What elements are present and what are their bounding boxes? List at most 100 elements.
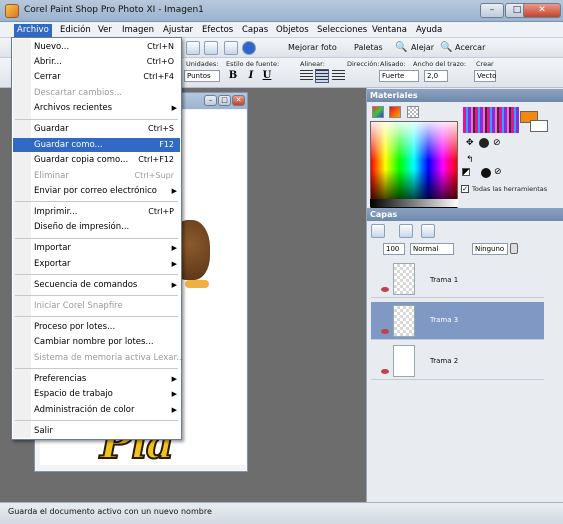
direction-label: Dirección: (347, 60, 380, 68)
swap-colors-icon[interactable]: ↰ (466, 155, 474, 165)
menu-item-cerrar[interactable]: Cerrar Ctrl+F4 (13, 70, 180, 84)
zoom-in-icon[interactable]: 🔍 (440, 42, 452, 53)
background-color-swatch[interactable] (530, 120, 548, 132)
menu-item-recientes[interactable]: Archivos recientes ▶ (13, 101, 180, 115)
create-as-select[interactable]: Vecto (474, 70, 496, 82)
menu-efectos[interactable]: Efectos (199, 24, 236, 37)
menu-shortcut: Ctrl+N (147, 42, 174, 51)
palettes-button[interactable]: Paletas (354, 43, 383, 52)
menu-item-preferencias[interactable]: Preferencias ▶ (13, 372, 180, 386)
swatches-tab-icon[interactable] (389, 106, 401, 118)
menu-item-abrir[interactable]: Abrir... Ctrl+O (13, 55, 180, 69)
zoom-in-button[interactable]: Acercar (455, 43, 485, 52)
menu-item-label: Enviar por correo electrónico (34, 186, 157, 196)
menu-item-diseno-impresion[interactable]: Diseño de impresión... (13, 220, 180, 234)
submenu-arrow-icon: ▶ (171, 375, 177, 383)
close-button[interactable]: ✕ (523, 3, 561, 18)
menu-item-guardar-copia[interactable]: Guardar copia como... Ctrl+F12 (13, 153, 180, 167)
foreground-style-icon[interactable] (479, 138, 489, 148)
minimize-button[interactable]: – (480, 3, 504, 18)
menu-item-proceso-lotes[interactable]: Proceso por lotes... (13, 320, 180, 334)
menu-item-label: Sistema de memoria activa Lexar... (34, 353, 185, 363)
menu-item-enviar-correo[interactable]: Enviar por correo electrónico ▶ (13, 184, 180, 198)
status-text: Guarda el documento activo con un nuevo … (8, 507, 212, 516)
background-style-icon[interactable] (481, 168, 491, 178)
default-colors-icon[interactable] (462, 168, 470, 176)
menu-edicion[interactable]: Edición (57, 24, 94, 37)
menu-item-importar[interactable]: Importar ▶ (13, 241, 180, 255)
menu-item-espacio-trabajo[interactable]: Espacio de trabajo ▶ (13, 387, 180, 401)
zoom-out-icon[interactable]: 🔍 (395, 42, 407, 53)
menu-ayuda[interactable]: Ayuda (413, 24, 445, 37)
menu-item-imprimir[interactable]: Imprimir... Ctrl+P (13, 205, 180, 219)
menu-item-guardar[interactable]: Guardar Ctrl+S (13, 122, 180, 136)
doc-maximize-button[interactable]: □ (218, 95, 231, 106)
redo-icon[interactable] (204, 41, 218, 55)
menu-item-label: Descartar cambios... (34, 88, 122, 98)
no-texture-icon[interactable]: ⊘ (493, 138, 501, 148)
undo-icon[interactable] (186, 41, 200, 55)
align-right-icon[interactable] (332, 70, 345, 82)
color-picker-field[interactable] (370, 121, 458, 209)
underline-button[interactable]: U (260, 69, 274, 83)
pattern-tab-icon[interactable] (407, 106, 419, 118)
bold-button[interactable]: B (226, 69, 240, 83)
menu-ventana[interactable]: Ventana (369, 24, 410, 37)
doc-minimize-button[interactable]: – (204, 95, 217, 106)
delete-layer-icon[interactable] (399, 224, 413, 238)
enhance-photo-button[interactable]: Mejorar foto (288, 43, 337, 52)
blend-mode-select[interactable]: Normal (410, 243, 454, 255)
menu-item-label: Espacio de trabajo (34, 389, 113, 399)
recent-colors-strip[interactable] (463, 107, 519, 133)
menu-item-label: Cerrar (34, 72, 61, 82)
menu-item-label: Iniciar Corel Snapfire (34, 301, 123, 311)
layer-mask-select[interactable]: Ninguno (472, 243, 508, 255)
units-select[interactable]: Puntos (184, 70, 220, 82)
layer-thumbnail (393, 305, 415, 337)
visibility-eye-icon[interactable] (381, 287, 389, 292)
antialias-select[interactable]: Fuerte (379, 70, 419, 82)
menu-item-exportar[interactable]: Exportar ▶ (13, 257, 180, 271)
doc-close-button[interactable]: ✕ (232, 95, 245, 106)
no-texture-bg-icon[interactable]: ⊘ (494, 167, 502, 177)
menu-imagen[interactable]: Imagen (119, 24, 157, 37)
all-tools-checkbox[interactable]: ✓ (461, 185, 469, 193)
menu-item-salir[interactable]: Salir (13, 424, 180, 438)
menu-selecciones[interactable]: Selecciones (314, 24, 370, 37)
menu-shortcut: Ctrl+Supr (134, 171, 174, 180)
visibility-eye-icon[interactable] (381, 369, 389, 374)
lock-icon[interactable] (510, 243, 518, 254)
align-center-icon[interactable] (315, 69, 329, 83)
menu-item-nuevo[interactable]: Nuevo... Ctrl+N (13, 40, 180, 54)
layer-properties-icon[interactable] (421, 224, 435, 238)
frame-tab-icon[interactable] (372, 106, 384, 118)
menu-item-label: Salir (34, 426, 53, 436)
menu-separator (15, 295, 178, 296)
submenu-arrow-icon: ▶ (171, 281, 177, 289)
crosshair-icon[interactable]: ✥ (466, 138, 474, 148)
menu-capas[interactable]: Capas (239, 24, 271, 37)
menu-ajustar[interactable]: Ajustar (160, 24, 196, 37)
zoom-out-button[interactable]: Alejar (411, 43, 434, 52)
layer-thumbnail (393, 345, 415, 377)
menu-item-lexar: Sistema de memoria activa Lexar... (13, 351, 184, 365)
align-left-icon[interactable] (300, 70, 313, 82)
visibility-eye-icon[interactable] (381, 329, 389, 334)
menu-item-color[interactable]: Administración de color ▶ (13, 403, 180, 417)
italic-button[interactable]: I (244, 69, 258, 83)
menu-ver[interactable]: Ver (95, 24, 115, 37)
layer-opacity-input[interactable]: 100 (383, 243, 405, 255)
stroke-width-input[interactable]: 2,0 (424, 70, 448, 82)
menu-archivo[interactable]: Archivo (14, 24, 52, 37)
menu-item-secuencia[interactable]: Secuencia de comandos ▶ (13, 278, 180, 292)
new-layer-icon[interactable] (371, 224, 385, 238)
menu-item-guardar-como[interactable]: Guardar como... F12 (13, 138, 180, 152)
menu-item-cambiar-nombre[interactable]: Cambiar nombre por lotes... (13, 335, 180, 349)
copy-icon[interactable] (224, 41, 238, 55)
info-icon[interactable] (242, 41, 256, 55)
submenu-arrow-icon: ▶ (171, 260, 177, 268)
grayscale-bar[interactable] (370, 199, 458, 207)
menu-item-label: Administración de color (34, 405, 135, 415)
submenu-arrow-icon: ▶ (171, 244, 177, 252)
menu-objetos[interactable]: Objetos (273, 24, 312, 37)
